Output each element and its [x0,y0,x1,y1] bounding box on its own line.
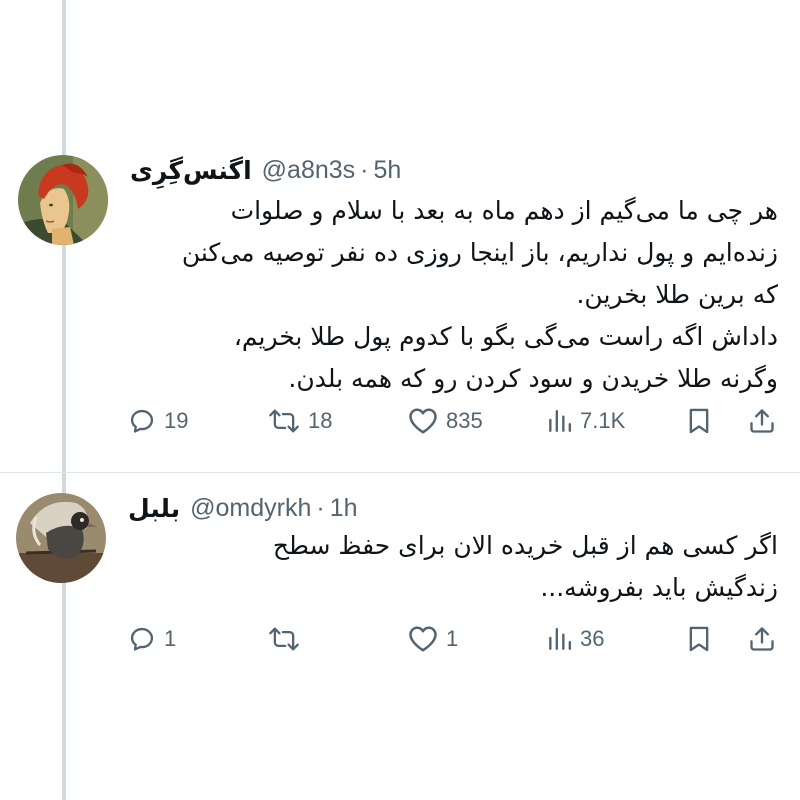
view-count: 36 [580,626,605,651]
thread-connector-line [62,0,66,800]
tweet-text-line: هر چی ما می‌گیم از دهم ماه به بعد با سلا… [230,196,778,225]
separator-dot: · [360,155,369,184]
timestamp[interactable]: 1h [330,494,358,523]
retweet-button[interactable] [268,616,308,662]
reply-button[interactable]: 19 [128,398,188,444]
separator-dot: · [316,493,325,522]
retweet-button[interactable]: 18 [268,398,332,444]
tweet-action-bar: 19 18 835 7.1K [128,398,780,444]
reply-button[interactable]: 1 [128,616,176,662]
like-count: 1 [446,626,459,651]
tweet-text: هر چی ما می‌گیم از دهم ماه به بعد با سلا… [128,190,778,400]
bookmark-icon [686,625,712,653]
speech-bubble-icon [128,407,156,435]
view-count: 7.1K [580,408,626,433]
tweet-text-line: اگر کسی هم از قبل خریده الان برای حفظ سط… [272,531,778,560]
like-button[interactable]: 835 [408,398,483,444]
like-button[interactable]: 1 [408,616,458,662]
reply-count: 1 [164,626,177,651]
bookmark-button[interactable] [686,398,712,444]
user-handle[interactable]: @omdyrkh [190,494,311,523]
timestamp[interactable]: 5h [373,156,401,185]
share-upload-icon [748,625,776,653]
heart-icon [408,407,438,435]
like-count: 835 [446,408,483,433]
tweet-divider [0,472,800,473]
bookmark-button[interactable] [686,616,712,662]
retweet-arrows-icon [268,407,300,435]
tweet-text-line: داداش اگه راست می‌گی بگو با کدوم پول طلا… [233,322,778,351]
share-button[interactable] [748,398,776,444]
bar-chart-icon [546,626,572,652]
avatar[interactable] [18,155,108,245]
tweet-action-bar: 1 1 36 [128,616,780,662]
tweet-text-line: وگرنه طلا خریدن و سود کردن رو که همه بلد… [288,364,778,393]
user-handle[interactable]: @a8n3s [262,156,356,185]
tweet-header: بلبل @omdyrkh · 1h [128,488,358,528]
tweet-text: اگر کسی هم از قبل خریده الان برای حفظ سط… [218,525,778,609]
display-name[interactable]: بلبل [128,494,180,523]
retweet-arrows-icon [268,625,300,653]
bar-chart-icon [546,408,572,434]
display-name[interactable]: اگنس‌گِرِی [130,156,252,185]
tweet-text-line: زندگیش باید بفروشه... [540,573,778,602]
views-button[interactable]: 7.1K [546,398,625,444]
heart-icon [408,625,438,653]
bookmark-icon [686,407,712,435]
tweet-text-line: که برین طلا بخرین. [576,280,778,309]
reply-count: 19 [164,408,189,433]
tweet-text-line: زنده‌ایم و پول نداریم، باز اینجا روزی ده… [181,238,778,267]
tweet-header: اگنس‌گِرِی @a8n3s · 5h [130,150,401,190]
retweet-count: 18 [308,408,333,433]
views-button[interactable]: 36 [546,616,604,662]
share-button[interactable] [748,616,776,662]
share-upload-icon [748,407,776,435]
avatar[interactable] [16,493,106,583]
speech-bubble-icon [128,625,156,653]
